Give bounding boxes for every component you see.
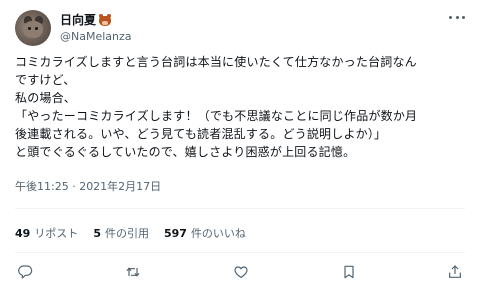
action-bar bbox=[15, 262, 465, 282]
boar-face-icon bbox=[98, 14, 112, 26]
tweet-header: 日向夏 @NaMelanza bbox=[15, 10, 465, 46]
repost-icon[interactable] bbox=[123, 262, 143, 282]
reposts-stat[interactable]: 49 リポスト bbox=[15, 227, 78, 241]
tweet-line: 後連載される。いや、どう見ても読者混乱する。どう説明しよか）」 bbox=[15, 127, 387, 141]
tweet-line: ですけど、 bbox=[15, 73, 76, 87]
user-handle[interactable]: @NaMelanza bbox=[60, 30, 132, 44]
reposts-label: リポスト bbox=[34, 227, 79, 240]
reposts-count: 49 bbox=[15, 227, 31, 240]
tweet-line: と頭でぐるぐるしていたので、嬉しさより困惑が上回る記憶。 bbox=[15, 145, 356, 159]
more-options-icon[interactable] bbox=[449, 12, 465, 22]
reply-icon[interactable] bbox=[15, 262, 35, 282]
avatar[interactable] bbox=[15, 10, 51, 46]
tweet-line: コミカライズしますと言う台詞は本当に使いたくて仕方なかった台詞なん bbox=[15, 55, 417, 69]
quotes-count: 5 bbox=[93, 227, 101, 240]
tweet-line: 私の場合、 bbox=[15, 91, 77, 105]
quotes-stat[interactable]: 5 件の引用 bbox=[93, 227, 149, 241]
heart-icon[interactable] bbox=[231, 262, 251, 282]
quotes-label: 件の引用 bbox=[104, 227, 149, 240]
name-row: 日向夏 bbox=[60, 12, 112, 28]
divider bbox=[15, 252, 465, 253]
tweet-card: 日向夏 @NaMelanza コミカライズしますと言う台詞は本当に使いたくて仕方… bbox=[0, 0, 480, 294]
bookmark-icon[interactable] bbox=[339, 262, 359, 282]
likes-label: 件のいいね bbox=[190, 227, 246, 240]
likes-count: 597 bbox=[163, 227, 187, 240]
tweet-line: 「やったーコミカライズします！（でも不思議なことに同じ作品が数か月 bbox=[15, 109, 418, 123]
tweet-timestamp[interactable]: 午後11:25 · 2021年2月17日 bbox=[15, 180, 161, 194]
likes-stat[interactable]: 597 件のいいね bbox=[164, 227, 246, 241]
tweet-text: コミカライズしますと言う台詞は本当に使いたくて仕方なかった台詞なん ですけど、 … bbox=[15, 53, 467, 161]
display-name[interactable]: 日向夏 bbox=[60, 12, 96, 28]
divider bbox=[15, 208, 465, 209]
share-icon[interactable] bbox=[445, 262, 465, 282]
engagement-stats: 49 リポスト 5 件の引用 597 件のいいね bbox=[15, 227, 261, 241]
